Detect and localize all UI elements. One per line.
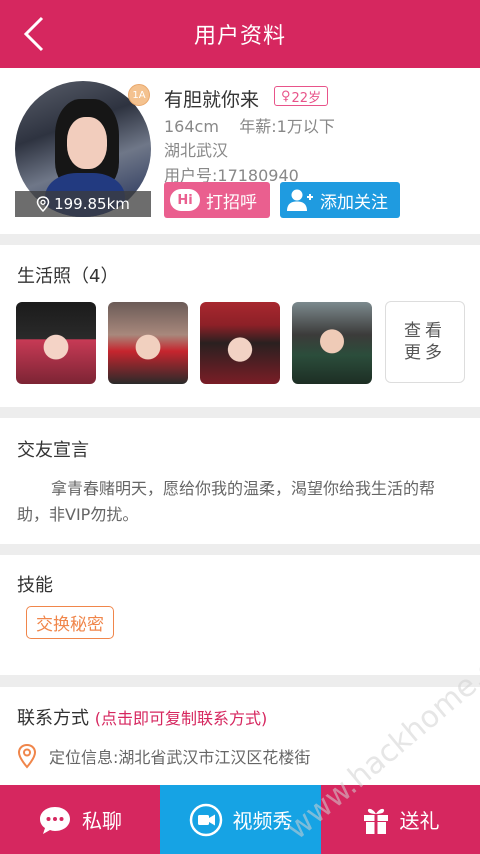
location-text: 定位信息:湖北省武汉市江汉区花楼街	[49, 748, 311, 767]
greet-button[interactable]: Hi 打招呼	[164, 182, 270, 218]
private-chat-button[interactable]: 私聊	[0, 785, 160, 854]
bottom-action-bar: 私聊 视频秀 送礼	[0, 785, 480, 854]
send-gift-label: 送礼	[399, 809, 440, 833]
age-badge: ♀ 22岁	[274, 86, 329, 106]
photo-thumb[interactable]	[200, 302, 280, 384]
user-location: 湖北武汉	[164, 141, 229, 160]
video-show-button[interactable]: 视频秀	[160, 785, 321, 854]
private-chat-label: 私聊	[82, 809, 122, 833]
declaration-title: 交友宣言	[17, 440, 89, 461]
top-bar: 用户资料	[0, 0, 480, 68]
back-arrow-icon[interactable]	[16, 14, 52, 54]
photo-thumb[interactable]	[108, 302, 188, 384]
distance-badge: 199.85km	[15, 191, 151, 217]
send-gift-button[interactable]: 送礼	[321, 785, 480, 854]
page-title: 用户资料	[193, 24, 286, 49]
contact-hint: (点击即可复制联系方式)	[94, 709, 268, 728]
age-text: 22岁	[291, 90, 322, 106]
photo-thumb[interactable]	[292, 302, 372, 384]
photo-thumb[interactable]	[16, 302, 96, 384]
location-row: 定位信息:湖北省武汉市江汉区花楼街	[17, 743, 310, 769]
chat-bubble-icon	[40, 806, 70, 834]
skills-section: 技能 交换秘密	[0, 555, 480, 675]
declaration-section: 交友宣言 拿青春赌明天，愿给你我的温柔，渴望你给我生活的帮助，非VIP勿扰。	[0, 418, 480, 544]
declaration-text: 拿青春赌明天，愿给你我的温柔，渴望你给我生活的帮助，非VIP勿扰。	[17, 479, 436, 524]
skill-tag: 交换秘密	[26, 606, 114, 639]
contact-section[interactable]: 联系方式 (点击即可复制联系方式) 定位信息:湖北省武汉市江汉区花楼街	[0, 687, 480, 797]
contact-title: 联系方式 (点击即可复制联系方式)	[17, 704, 267, 730]
female-icon: ♀	[281, 88, 291, 104]
video-camera-icon	[189, 803, 222, 836]
distance-text: 199.85km	[54, 195, 130, 213]
contact-label: 联系方式	[17, 708, 89, 729]
view-more-line1: 查看	[404, 321, 446, 341]
view-more-line2: 更多	[404, 343, 446, 363]
skills-title: 技能	[17, 575, 53, 596]
level-badge: 1A	[128, 84, 150, 106]
avatar-face	[67, 117, 107, 169]
height-salary: 164cm 年薪:1万以下	[164, 117, 335, 136]
location-pin-icon	[17, 743, 37, 769]
gift-icon	[363, 808, 388, 834]
follow-button[interactable]: 添加关注	[280, 182, 400, 218]
hi-icon: Hi	[170, 189, 200, 211]
follow-label: 添加关注	[320, 192, 388, 213]
video-show-label: 视频秀	[232, 809, 293, 833]
add-user-icon	[287, 189, 313, 211]
user-name: 有胆就你来	[164, 89, 260, 111]
profile-card: 199.85km 1A 有胆就你来 ♀ 22岁 164cm 年薪:1万以下 湖北…	[0, 68, 480, 234]
view-more-button[interactable]: 查看 更多	[385, 301, 465, 383]
photos-title: 生活照（4）	[17, 266, 119, 287]
greet-label: 打招呼	[206, 192, 257, 213]
photos-section: 生活照（4） 查看 更多	[0, 245, 480, 407]
location-pin-icon	[36, 196, 50, 212]
